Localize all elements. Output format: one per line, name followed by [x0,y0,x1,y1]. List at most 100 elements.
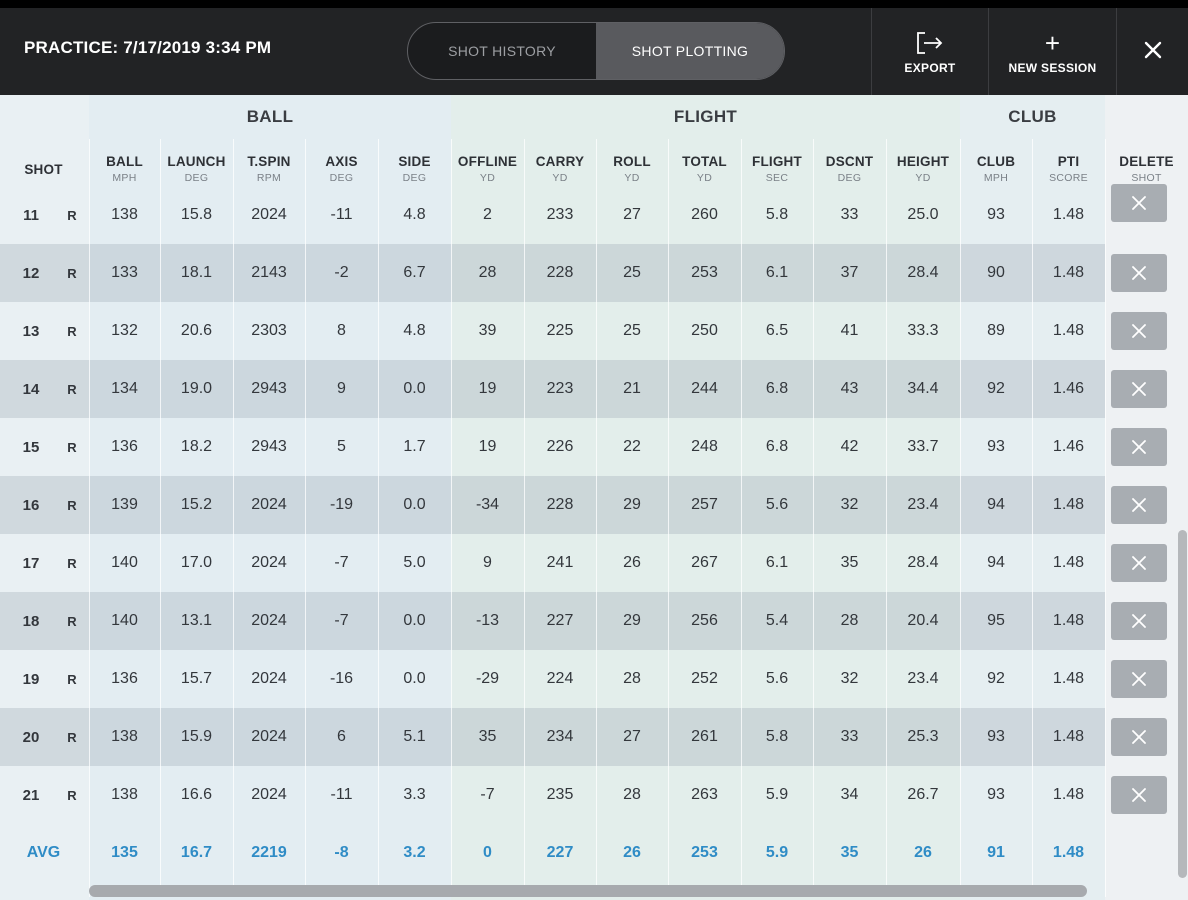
table-cell: 261 [691,728,718,745]
table-cell: 2143 [251,264,287,281]
average-cell: 1.48 [1052,844,1085,861]
table-cell: 234 [546,728,574,745]
column-divider [596,139,597,897]
table-row: 13 R 132 20.6 2303 8 4.8 39 225 25 250 6.5 41 33.3 89 1… [0,302,1105,360]
column-header-title: HEIGHT [896,154,950,170]
vertical-scrollbar[interactable] [1178,530,1187,878]
top-status-strip [0,0,1188,8]
table-cell: 257 [691,496,718,513]
column-header-unit: YD [624,172,640,185]
table-cell: 28.4 [907,554,939,571]
table-cell: 35 [478,728,497,745]
table-cell: 90 [987,264,1005,281]
table-cell: -11 [330,206,353,223]
table-cell: 6.8 [765,438,789,455]
table-cell: -7 [334,554,349,571]
close-button[interactable] [1116,8,1188,95]
table-row: 20 R 138 15.9 2024 6 5.1 35 234 27 261 5.8 33 25.3 93 1… [0,708,1105,766]
delete-shot-button[interactable] [1111,602,1167,640]
column-header-title: BALL [106,154,143,170]
shot-table: BALL FLIGHT CLUB SHOT BALL MPH LAUNCH DEG T.… [0,95,1188,900]
table-cell: 5.9 [765,786,789,803]
table-cell: -19 [329,496,354,513]
tab-shot-history[interactable]: SHOT HISTORY [408,23,596,79]
column-divider [89,139,90,897]
table-cell: 267 [691,554,718,571]
table-cell: 28.4 [907,264,939,281]
table-cell: 1.48 [1052,206,1085,223]
table-cell: 32 [840,670,859,687]
delete-shot-button[interactable] [1111,718,1167,756]
tab-shot-plotting[interactable]: SHOT PLOTTING [596,23,784,79]
table-cell: 95 [987,612,1005,629]
table-cell: 0.0 [403,670,426,687]
table-row: 12 R 133 18.1 2143 -2 6.7 28 228 25 253 6.1 37 28.4 90… [0,244,1105,302]
table-cell: 260 [691,206,718,223]
column-header-title: PTI [1057,154,1080,170]
table-cell: 2024 [251,496,287,513]
shot-number: 12 [22,264,40,282]
table-cell: 5.4 [765,612,789,629]
column-header-title: T.SPIN [247,154,291,170]
table-cell: 132 [111,322,138,339]
delete-shot-button[interactable] [1111,312,1167,350]
table-cell: 5.1 [403,728,426,745]
delete-shot-button[interactable] [1111,544,1167,582]
column-header-unit: SCORE [1049,172,1088,185]
table-cell: 15.7 [180,670,213,687]
group-club-header: CLUB [1008,107,1057,126]
table-cell: 26 [623,554,641,571]
table-row: 18 R 140 13.1 2024 -7 0.0 -13 227 29 256 5.4 28 20.4 9… [0,592,1105,650]
average-cell: 135 [111,844,138,861]
new-session-button[interactable]: + NEW SESSION [988,8,1116,95]
table-cell: 89 [987,322,1005,339]
column-divider [813,139,814,897]
table-cell: -29 [475,670,500,687]
table-cell: 138 [111,206,138,223]
horizontal-scrollbar[interactable] [89,885,1087,897]
table-cell: 5.8 [765,728,789,745]
table-row: 19 R 136 15.7 2024 -16 0.0 -29 224 28 252 5.6 32 23.4… [0,650,1105,708]
column-divider [668,139,669,897]
average-cell: 227 [546,844,574,861]
column-header-title: ROLL [613,154,651,170]
table-cell: 29 [623,612,641,629]
delete-shot-button[interactable] [1111,184,1167,222]
export-label: EXPORT [904,60,956,75]
table-cell: 25.0 [907,206,939,223]
app-header: PRACTICE: 7/17/2019 3:34 PM SHOT HISTORY… [0,8,1188,95]
column-divider [378,139,379,897]
table-cell: 6.5 [765,322,789,339]
table-cell: 33 [840,206,859,223]
column-header-unit: YD [552,172,568,185]
column-header-unit: DEG [837,172,862,185]
shot-number: 16 [22,496,40,514]
shot-number: 17 [22,554,40,572]
table-cell: 227 [546,612,574,629]
export-button[interactable]: EXPORT [871,8,988,95]
average-row: AVG 135 16.7 2219 -8 3.2 0 227 26 253 5.9 35 26 91 1.4… [0,824,1105,882]
new-session-label: NEW SESSION [1008,60,1097,75]
table-cell: 15.9 [180,728,213,745]
shot-number: 13 [22,322,40,340]
delete-shot-button[interactable] [1111,428,1167,466]
table-cell: 136 [111,670,138,687]
column-header-unit: DEG [402,172,427,185]
column-header-title: OFFLINE [457,154,518,170]
average-cell: 35 [840,844,859,861]
delete-shot-button[interactable] [1111,254,1167,292]
table-cell: 94 [987,496,1005,513]
close-icon [1132,382,1146,396]
delete-shot-button[interactable] [1111,370,1167,408]
shot-handedness: R [67,439,77,455]
table-cell: -16 [329,670,354,687]
column-divider [451,139,452,897]
delete-shot-button[interactable] [1111,486,1167,524]
delete-shot-button[interactable] [1111,776,1167,814]
table-cell: 256 [691,612,718,629]
close-icon [1132,498,1146,512]
column-header-title: CLUB [976,154,1016,170]
delete-shot-button[interactable] [1111,660,1167,698]
table-cell: 22 [623,438,641,455]
table-cell: 19 [478,438,497,455]
